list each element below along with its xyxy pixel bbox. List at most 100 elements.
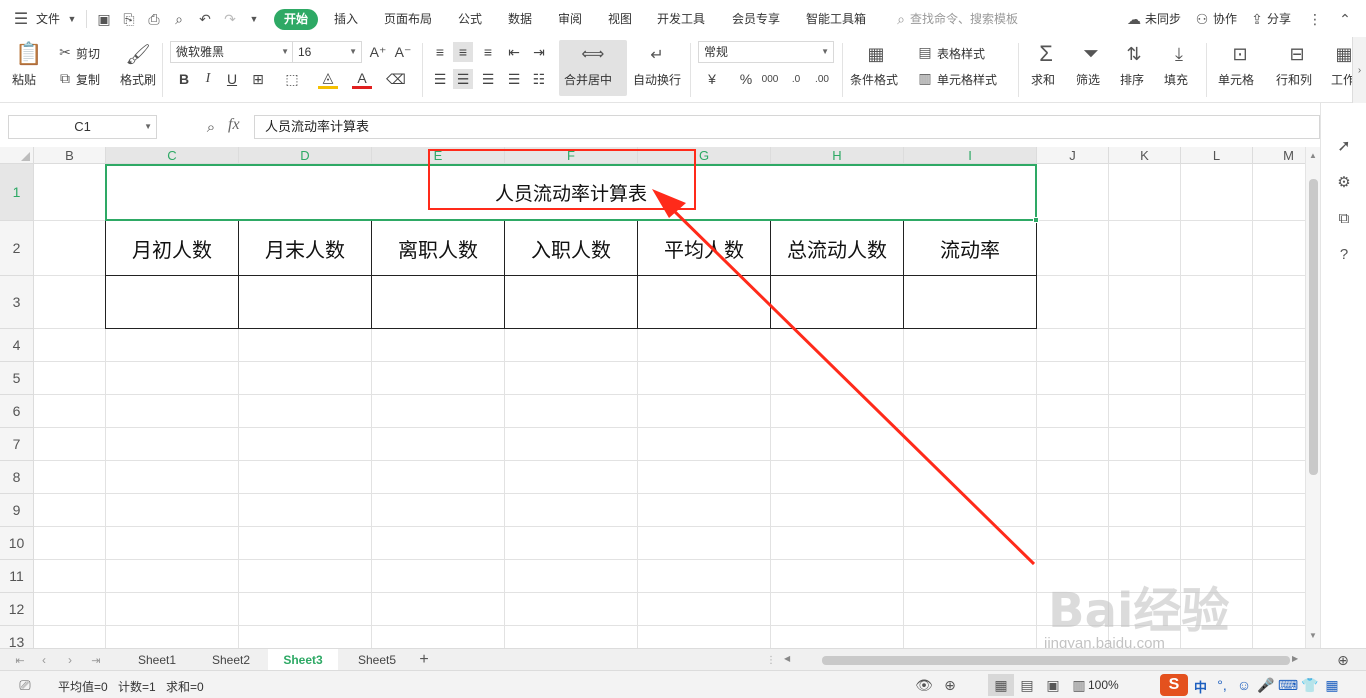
sheet-tab-sheet3[interactable]: Sheet3 (268, 649, 338, 671)
font-name-select[interactable]: 微软雅黑 ▼ (170, 41, 294, 63)
copy-button[interactable]: 复制 (76, 71, 100, 88)
scroll-right-icon[interactable]: ▶ (1292, 654, 1298, 663)
tab-developer[interactable]: 开发工具 (657, 10, 705, 28)
scroll-down-icon[interactable]: ▼ (1309, 631, 1317, 640)
sort-button[interactable]: 排序 (1120, 71, 1144, 88)
print-preview-icon[interactable]: ⌕ (170, 10, 188, 28)
splitter-icon[interactable]: ⋮ (766, 651, 776, 669)
cell-fill-pattern-icon[interactable]: ⬚ (282, 69, 302, 89)
tab-member[interactable]: 会员专享 (732, 10, 780, 28)
increase-decimal-icon[interactable]: .0 (786, 69, 806, 89)
merge-center-button[interactable]: ⟺ 合并居中 (559, 40, 627, 96)
align-left-icon[interactable]: ☰ (430, 69, 450, 89)
reading-view-icon[interactable]: ▥ (1070, 676, 1088, 694)
italic-icon[interactable]: I (198, 69, 218, 89)
thousands-icon[interactable]: 000 (760, 69, 780, 89)
keyboard-icon[interactable]: ⌨ (1278, 676, 1298, 694)
decrease-font-icon[interactable]: A⁻ (393, 42, 413, 62)
percent-icon[interactable]: % (736, 69, 756, 89)
border-icon[interactable]: ⊞ (248, 69, 268, 89)
tab-home[interactable]: 开始 (274, 9, 319, 30)
sheet-tab-sheet1[interactable]: Sheet1 (124, 649, 190, 671)
cut-button[interactable]: 剪切 (76, 45, 100, 62)
screen-icon[interactable]: ⎚ (16, 676, 34, 694)
sheet-tab-sheet5[interactable]: Sheet5 (344, 649, 410, 671)
currency-icon[interactable]: ¥ (702, 69, 722, 89)
first-sheet-icon[interactable]: ⇤ (12, 651, 28, 669)
scroll-up-icon[interactable]: ▲ (1309, 151, 1317, 160)
row-col-icon[interactable]: ⊟ (1285, 41, 1309, 67)
worksheet-icon[interactable]: ▦ (1334, 41, 1354, 67)
settings-sliders-icon[interactable]: ⚙ (1335, 173, 1353, 191)
undo-icon[interactable]: ↶ (196, 10, 214, 28)
wrap-text-icon[interactable]: ↵ (645, 44, 669, 66)
ribbon-scroll-right[interactable]: › (1352, 37, 1366, 103)
sum-icon[interactable]: Σ (1034, 41, 1058, 67)
tab-page-layout[interactable]: 页面布局 (384, 10, 432, 28)
bold-icon[interactable]: B (174, 69, 194, 89)
zoom-level[interactable]: 100% (1088, 678, 1119, 692)
collab-button[interactable]: 协作 (1213, 10, 1237, 28)
toolbox-icon[interactable]: ▦ (1324, 676, 1340, 694)
conditional-format-button[interactable]: 条件格式 (850, 71, 898, 88)
quick-access-dropdown-icon[interactable]: ▼ (247, 11, 261, 27)
cell-button[interactable]: 单元格 (1218, 71, 1254, 88)
format-painter-button[interactable]: 格式刷 (120, 71, 156, 88)
formula-input[interactable]: 人员流动率计算表 (254, 115, 1320, 139)
file-menu[interactable]: 文件 (36, 10, 60, 28)
align-middle-icon[interactable]: ≡ (453, 42, 473, 62)
sync-status[interactable]: 未同步 (1145, 10, 1181, 28)
tab-smart-tools[interactable]: 智能工具箱 (806, 10, 866, 28)
table-style-button[interactable]: 表格样式 (937, 45, 985, 62)
layout-icon[interactable]: ⊕ (940, 676, 960, 694)
justify-icon[interactable]: ☰ (504, 69, 524, 89)
fill-button[interactable]: 填充 (1164, 71, 1188, 88)
increase-font-icon[interactable]: A⁺ (368, 42, 388, 62)
align-top-icon[interactable]: ≡ (430, 42, 450, 62)
redo-icon[interactable]: ↷ (221, 10, 239, 28)
filter-icon[interactable]: ⏷ (1079, 41, 1103, 67)
skin-icon[interactable]: 👕 (1301, 676, 1318, 694)
tab-view[interactable]: 视图 (608, 10, 632, 28)
punctuation-icon[interactable]: °, (1214, 676, 1230, 694)
hscroll-thumb[interactable] (822, 656, 1290, 665)
normal-view-button[interactable]: ▦ (988, 674, 1014, 696)
ime-mode[interactable]: 中 (1194, 677, 1207, 696)
emoji-icon[interactable]: ☺ (1236, 676, 1252, 694)
save-icon[interactable]: ▣ (95, 10, 113, 28)
align-right-icon[interactable]: ☰ (478, 69, 498, 89)
add-sheet-icon[interactable]: + (415, 651, 433, 669)
cursor-icon[interactable]: ➚ (1335, 137, 1353, 155)
chevron-down-icon[interactable]: ▼ (66, 11, 78, 27)
more-icon[interactable]: ⋮ (1306, 10, 1324, 28)
cell-icon[interactable]: ⊡ (1228, 41, 1252, 67)
align-center-icon[interactable]: ☰ (453, 69, 473, 89)
paste-icon[interactable]: 📋 (15, 41, 42, 67)
mic-icon[interactable]: 🎤 (1257, 676, 1274, 694)
align-bottom-icon[interactable]: ≡ (478, 42, 498, 62)
help-icon[interactable]: ? (1335, 245, 1353, 263)
print-icon[interactable]: ⎙ (145, 10, 163, 28)
conditional-format-icon[interactable]: ▦ (864, 43, 888, 65)
underline-icon[interactable]: U (222, 69, 242, 89)
filter-button[interactable]: 筛选 (1076, 71, 1100, 88)
command-search[interactable]: 查找命令、搜索模板 (910, 10, 1018, 28)
shapes-icon[interactable]: ⧉ (1335, 209, 1353, 227)
fill-icon[interactable]: ⤓ (1167, 41, 1191, 67)
outdent-icon[interactable]: ⇤ (504, 42, 524, 62)
tab-insert[interactable]: 插入 (334, 10, 358, 28)
sheet-tab-sheet2[interactable]: Sheet2 (198, 649, 264, 671)
eraser-icon[interactable]: ⌫ (386, 69, 406, 89)
format-painter-icon[interactable]: 🖌 (125, 41, 150, 67)
collapse-ribbon-icon[interactable]: ⌃ (1336, 10, 1354, 28)
decrease-decimal-icon[interactable]: .00 (812, 69, 832, 89)
vertical-scrollbar[interactable]: ▲ ▼ (1305, 147, 1320, 648)
ime-logo-icon[interactable]: S (1160, 674, 1188, 696)
tab-review[interactable]: 审阅 (558, 10, 582, 28)
font-color-icon[interactable]: A (352, 69, 372, 89)
fill-color-icon[interactable]: ◬ (318, 69, 338, 89)
cell-style-button[interactable]: 单元格样式 (937, 71, 997, 88)
distributed-icon[interactable]: ☷ (529, 69, 549, 89)
tab-data[interactable]: 数据 (508, 10, 532, 28)
export-icon[interactable]: ⎘ (120, 10, 138, 28)
